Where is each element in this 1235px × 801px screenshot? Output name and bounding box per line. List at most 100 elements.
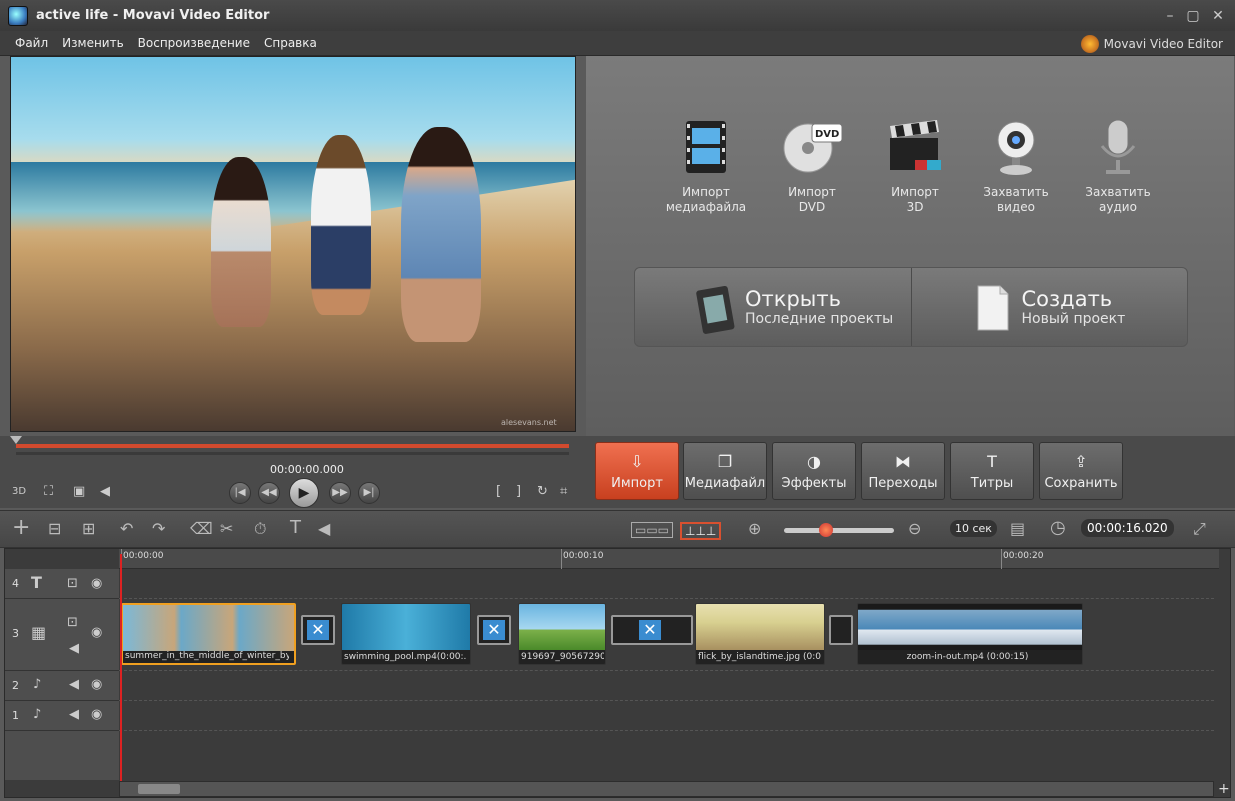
rewind-button[interactable]: ◀◀ [258,482,280,504]
clip-label: 919697_90567290... [521,652,604,662]
eye-icon[interactable]: ◉ [91,576,102,591]
track-number: 1 [12,709,19,722]
tab-media[interactable]: ❐ Медиафайл [683,442,767,500]
import-panel: Импорт медиафайла DVD Импорт DVD Импорт … [586,56,1234,436]
clip[interactable]: 919697_90567290... [518,603,606,665]
import-3d-button[interactable]: Импорт 3D [870,116,960,215]
credit: alesevans.net [501,418,557,427]
clip[interactable]: summer_in_the_middle_of_winter_by_... [121,603,296,665]
mute-icon[interactable]: ◀ [69,641,79,656]
ruler-label: 00:00:00 [123,551,164,561]
clip[interactable]: zoom-in-out.mp4 (0:00:15) [857,603,1083,665]
lock-icon[interactable]: ⊡ [67,615,78,630]
timeline-cursor[interactable] [120,554,122,794]
redo-icon[interactable]: ↷ [152,519,165,538]
minimize-button[interactable]: – [1160,6,1180,26]
capture-video-label-1: Захватить [983,185,1049,199]
crop-icon[interactable]: ⌗ [560,484,567,499]
cut-icon[interactable]: ✂ [220,519,233,538]
undo-icon[interactable]: ↶ [120,519,133,538]
close-button[interactable]: ✕ [1208,6,1228,26]
tab-import[interactable]: ⇩ Импорт [595,442,679,500]
capture-audio-label-2: аудио [1099,200,1137,214]
zoom-slider[interactable] [784,528,894,533]
text-icon[interactable]: T [290,517,301,538]
mute-icon[interactable]: ◀ [69,677,79,692]
svg-text:DVD: DVD [815,129,839,140]
join-icon[interactable]: ⊞ [82,519,95,538]
tab-titles[interactable]: T Титры [950,442,1034,500]
transition[interactable]: ✕ [477,615,511,645]
transition[interactable] [829,615,853,645]
split-icon[interactable]: ⊟ [48,519,61,538]
clip[interactable]: flick_by_islandtime.jpg (0:0... [695,603,825,665]
expand-icon[interactable]: ⤢ [1193,519,1206,539]
menu-file[interactable]: Файл [15,36,48,50]
track-headers: 4 T ⊡ ◉ 3 ▦ ⊡ ◉ ◀ 2 ♪ ◀ ◉ 1 ♪ ◀ ◉ [5,569,119,780]
clip-thumbnail [858,604,1082,650]
capture-video-button[interactable]: Захватить видео [971,116,1061,215]
zoom-out-icon[interactable]: ⊖ [908,519,921,538]
zoom-slider-thumb[interactable] [818,523,833,537]
tab-media-label: Медиафайл [684,476,766,491]
menu-edit[interactable]: Изменить [62,36,124,50]
open-project-button[interactable]: Открыть Последние проекты [635,268,911,346]
eye-icon[interactable]: ◉ [91,625,102,640]
capture-audio-label-1: Захватить [1085,185,1151,199]
snapshot-icon[interactable]: ▣ [73,484,85,499]
lock-icon[interactable]: ⊡ [67,576,78,591]
tab-save[interactable]: ⇪ Сохранить [1039,442,1123,500]
track-lane-1[interactable] [119,701,1214,731]
tab-effects[interactable]: ◑ Эффекты [772,442,856,500]
ruler-tick [561,549,562,569]
forward-button[interactable]: ▶▶ [329,482,351,504]
import-media-button[interactable]: Импорт медиафайла [661,116,751,215]
new-project-button[interactable]: Создать Новый проект [910,268,1188,346]
create-subtitle: Новый проект [1021,311,1126,327]
time-ruler[interactable]: 00:00:00 00:00:10 00:00:20 [119,549,1219,569]
maximize-button[interactable]: ▢ [1183,6,1203,26]
sea-area [11,162,575,232]
track-header-3: 3 ▦ ⊡ ◉ ◀ [5,599,119,671]
delete-clip-icon[interactable]: ⌫ [190,519,213,538]
fullscreen-icon[interactable]: ⛶ [44,484,53,499]
volume-track[interactable] [16,452,569,455]
fit-icon[interactable]: ▤ [1010,519,1025,538]
play-button[interactable]: ▶ [289,478,319,508]
mute-icon[interactable]: ◀ [69,707,79,722]
speed-icon[interactable]: ⏱ [254,519,266,539]
eye-icon[interactable]: ◉ [91,707,102,722]
go-start-button[interactable]: |◀ [229,482,251,504]
menu-help[interactable]: Справка [264,36,317,50]
video-preview[interactable]: download3k alesevans.net [10,56,576,432]
timeline-view-icon[interactable]: ⊥⊥⊥ [680,522,722,540]
ruler-label: 00:00:10 [563,551,604,561]
open-create-panel: Открыть Последние проекты Создать Новый … [634,267,1188,347]
scrollbar-thumb[interactable] [138,784,180,794]
mark-in-icon[interactable]: [ [496,484,501,499]
playhead-handle[interactable] [10,436,22,444]
eye-icon[interactable]: ◉ [91,677,102,692]
clip[interactable]: swimming_pool.mp4(0:00:... [341,603,471,665]
track-lane-2[interactable] [119,671,1214,701]
add-icon[interactable]: + [12,515,30,540]
track-lane-4[interactable] [119,569,1214,599]
import-dvd-button[interactable]: DVD Импорт DVD [767,116,857,215]
horizontal-scrollbar[interactable] [119,781,1214,797]
transition[interactable]: ✕ [611,615,693,645]
volume-icon[interactable]: ◀ [100,484,110,499]
transition[interactable]: ✕ [301,615,335,645]
record-voice-icon[interactable]: ◀ [318,519,330,538]
zoom-in-icon[interactable]: ⊕ [748,519,761,538]
mark-out-icon[interactable]: ] [516,484,521,499]
add-track-icon[interactable]: + [1218,781,1230,797]
capture-audio-button[interactable]: Захватить аудио [1073,116,1163,215]
progress-bar[interactable] [16,444,569,448]
3d-mode-button[interactable]: 3D [12,486,26,497]
clip-label: flick_by_islandtime.jpg (0:0... [698,652,821,662]
tab-transitions[interactable]: ⧓ Переходы [861,442,945,500]
storyboard-view-icon[interactable]: ▭▭▭ [631,522,674,538]
loop-icon[interactable]: ↻ [537,484,548,499]
menu-playback[interactable]: Воспроизведение [138,36,250,50]
go-end-button[interactable]: ▶| [358,482,380,504]
